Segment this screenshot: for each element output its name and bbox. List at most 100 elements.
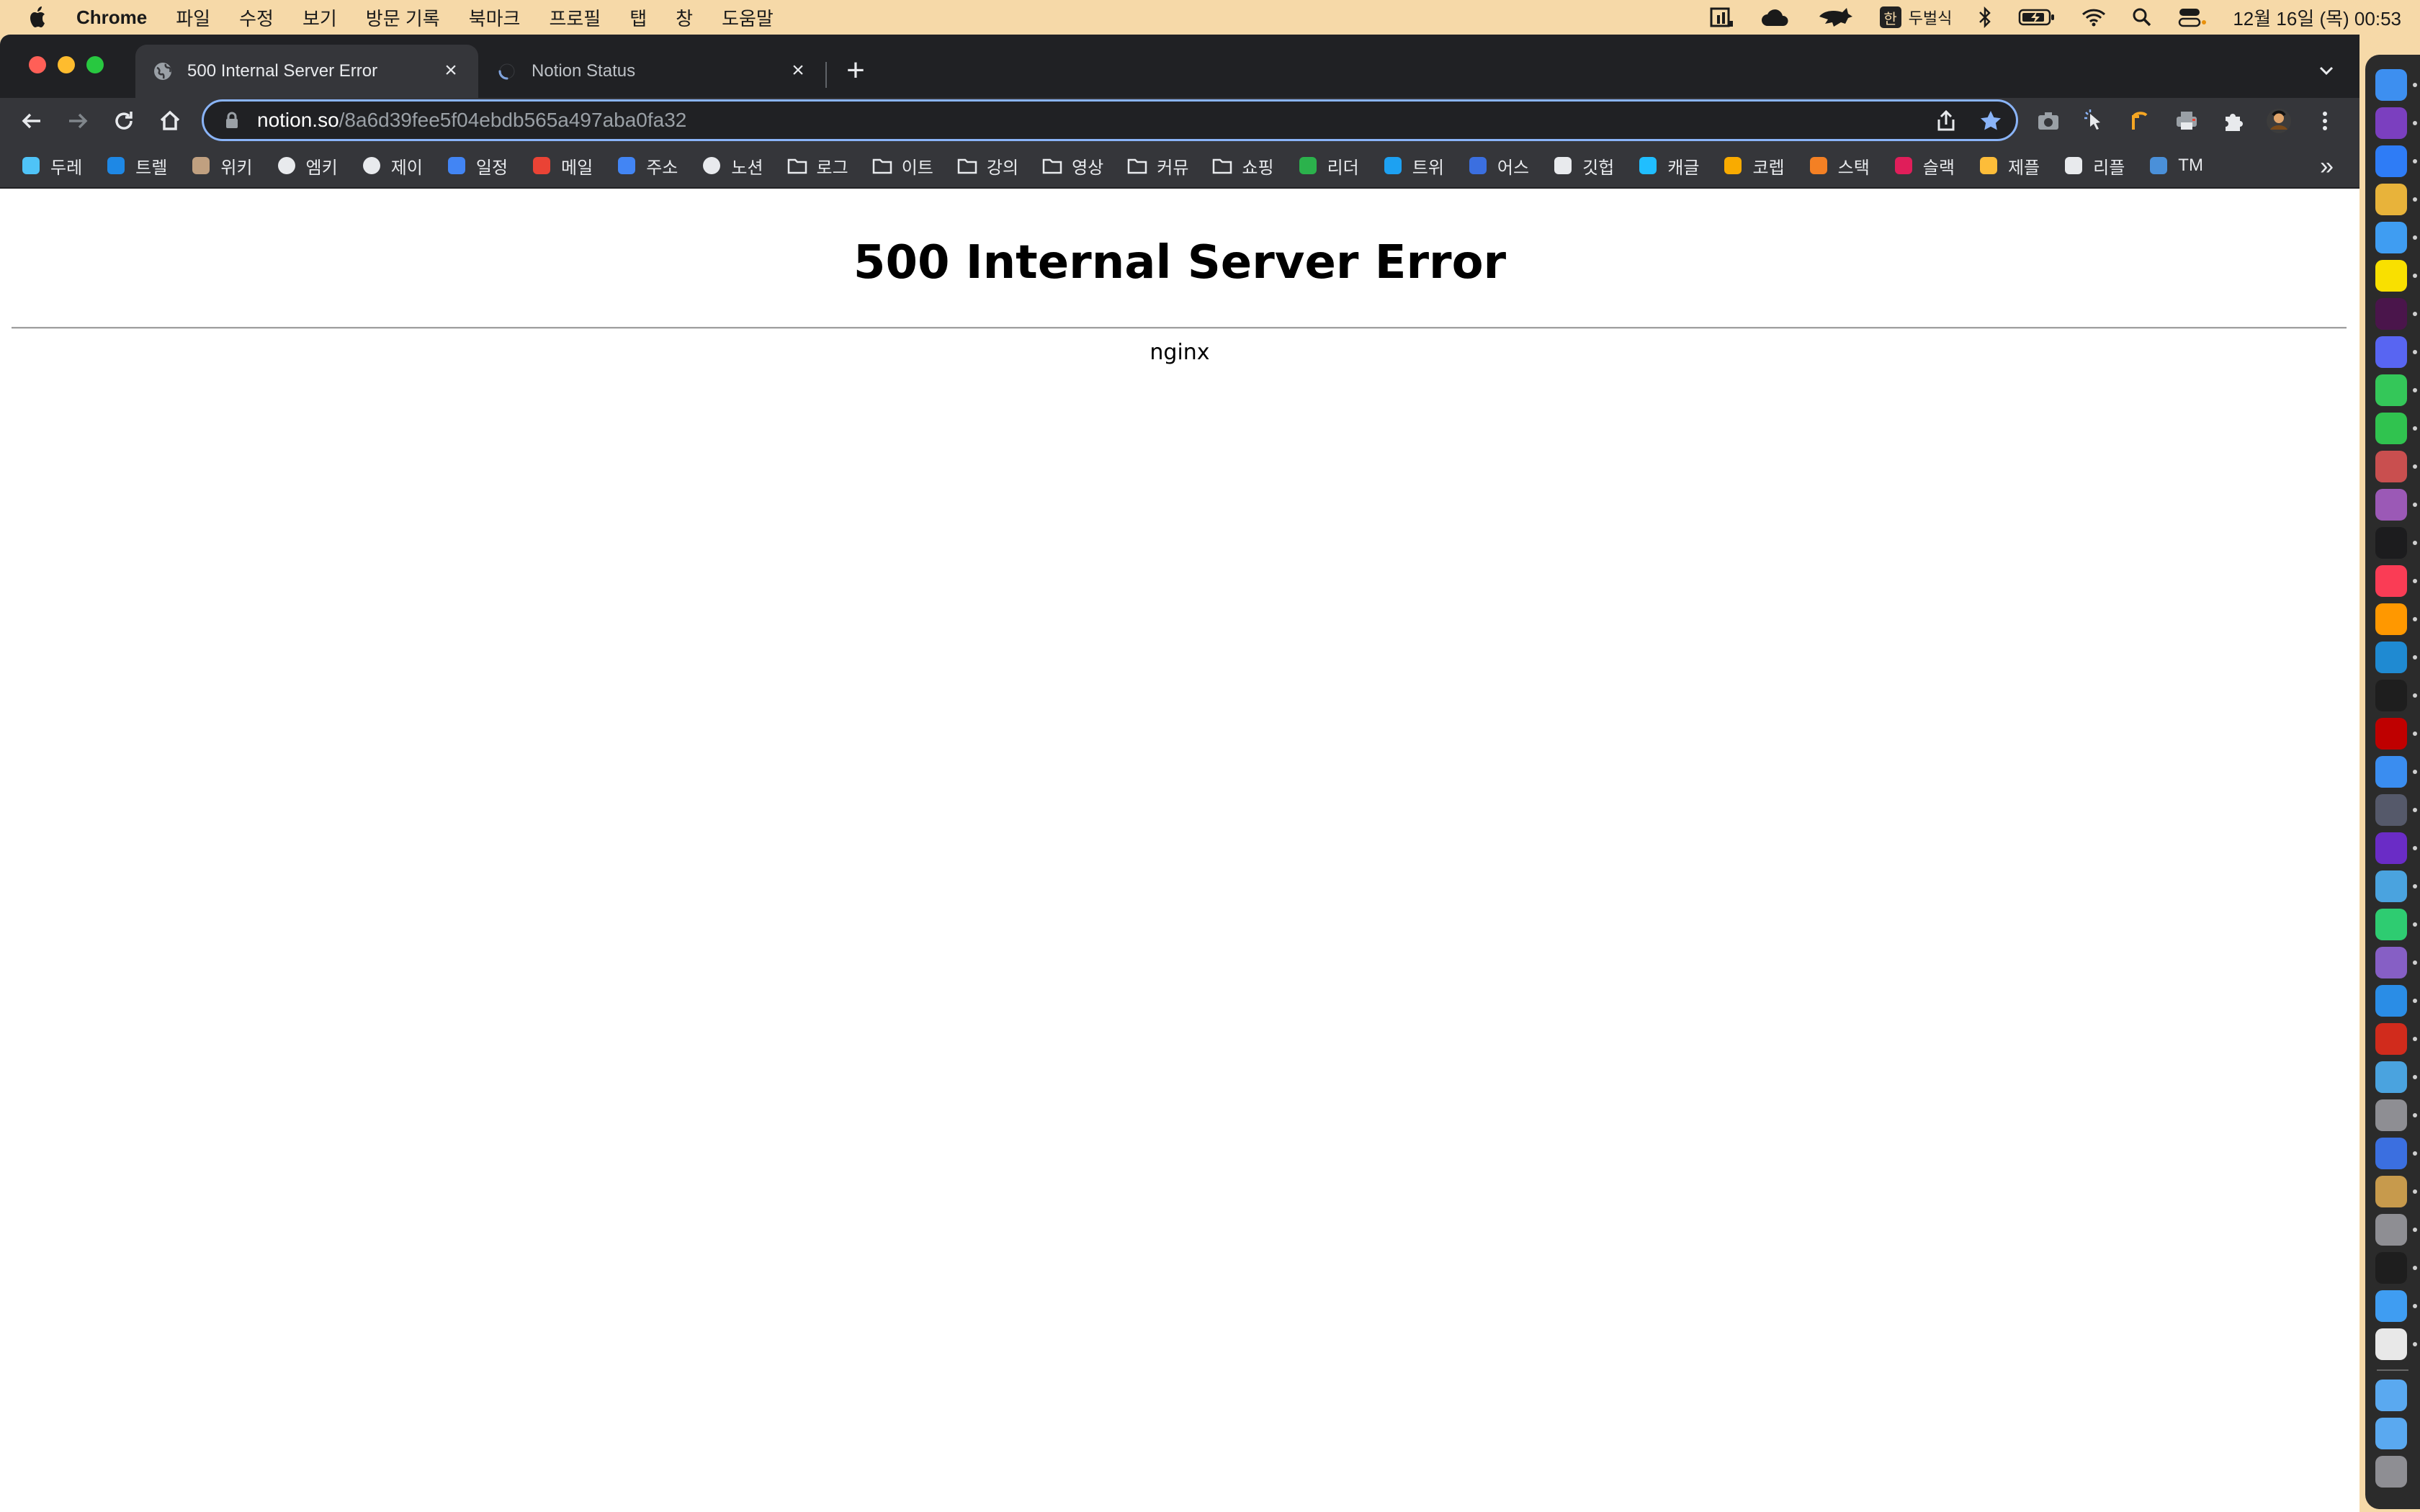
share-icon[interactable] (1934, 109, 1958, 133)
visualstudio-icon[interactable] (2375, 947, 2407, 978)
bookmark-item[interactable]: 주소 (616, 153, 678, 179)
profile-avatar[interactable] (2266, 108, 2292, 134)
bookmark-item[interactable]: 깃헙 (1552, 153, 1614, 179)
xcode-icon[interactable] (2375, 985, 2407, 1017)
bookmark-item[interactable]: 코렙 (1722, 153, 1785, 179)
sequel-icon[interactable] (2375, 794, 2407, 826)
bookmark-item[interactable]: 트위 (1382, 153, 1444, 179)
sublime-icon[interactable] (2375, 603, 2407, 635)
vscode-icon[interactable] (2375, 642, 2407, 673)
menu-file[interactable]: 파일 (176, 4, 210, 31)
terminal-icon[interactable] (2375, 680, 2407, 711)
input-method-indicator[interactable]: 한 두벌식 (1879, 6, 1952, 29)
extensions-puzzle-icon[interactable] (2220, 108, 2246, 134)
appletv-icon[interactable] (2375, 527, 2407, 559)
cursor-extension-icon[interactable] (2081, 108, 2107, 134)
kakaotalk-icon[interactable] (2375, 260, 2407, 292)
calculator-icon[interactable] (2375, 1099, 2407, 1131)
apple-icon[interactable] (27, 5, 49, 30)
bookmark-item[interactable]: 스택 (1808, 153, 1870, 179)
settings-icon[interactable] (2375, 1214, 2407, 1246)
bluetooth-icon[interactable] (1978, 6, 1992, 28)
bookmark-item[interactable]: 강의 (956, 153, 1018, 179)
control-center-icon[interactable] (2178, 7, 2207, 27)
home-icon[interactable] (157, 108, 183, 134)
address-bar[interactable]: notion.so /8a6d39fee5f04ebdb565a497aba0f… (202, 99, 2018, 141)
onenote-icon[interactable] (2375, 107, 2407, 139)
maps-icon[interactable] (2375, 1328, 2407, 1360)
close-tab-icon[interactable]: × (788, 60, 808, 81)
bookmark-item[interactable]: 두레 (20, 153, 82, 179)
screen-icon[interactable] (2375, 1290, 2407, 1322)
close-tab-icon[interactable]: × (441, 60, 461, 81)
menu-view[interactable]: 보기 (302, 4, 337, 31)
bookmark-star-icon[interactable] (1978, 109, 2003, 133)
lock-icon[interactable] (223, 111, 241, 130)
utility-icon[interactable] (2375, 1061, 2407, 1093)
menu-history[interactable]: 방문 기록 (366, 4, 440, 31)
back-arrow-icon[interactable] (19, 108, 45, 134)
photos-icon[interactable] (2375, 489, 2407, 521)
camera-extension-icon[interactable] (2035, 108, 2061, 134)
fullscreen-window-button[interactable] (86, 56, 104, 73)
davinci-icon[interactable] (2375, 451, 2407, 482)
folder-apps-icon[interactable] (2375, 1380, 2407, 1411)
bookmark-item[interactable]: 커뮤 (1126, 153, 1188, 179)
reload-icon[interactable] (111, 108, 137, 134)
forward-arrow-icon[interactable] (65, 108, 91, 134)
things-icon[interactable] (2375, 145, 2407, 177)
menu-profile[interactable]: 프로필 (549, 4, 601, 31)
bookmark-item[interactable]: TM (2148, 155, 2203, 176)
music-icon[interactable] (2375, 565, 2407, 597)
chrome-icon[interactable] (2375, 184, 2407, 215)
tab-search-chevron-icon[interactable] (2313, 58, 2339, 84)
messages-icon[interactable] (2375, 374, 2407, 406)
network-icon[interactable] (2375, 1138, 2407, 1169)
monitor-icon[interactable] (2375, 1252, 2407, 1284)
dbeaver-icon[interactable] (2375, 870, 2407, 902)
finder-icon[interactable] (2375, 69, 2407, 101)
menu-clock[interactable]: 12월 16일 (목) 00:53 (2233, 4, 2401, 31)
bookmark-item[interactable]: 일정 (446, 153, 508, 179)
bookmark-item[interactable]: 위키 (190, 153, 253, 179)
menu-app-name[interactable]: Chrome (76, 6, 147, 29)
bookmark-item[interactable]: 쇼핑 (1211, 153, 1274, 179)
new-tab-button[interactable]: + (840, 55, 871, 88)
menu-bookmarks[interactable]: 북마크 (469, 4, 521, 31)
bookmark-item[interactable]: 어스 (1467, 153, 1529, 179)
istat-icon[interactable] (1710, 6, 1734, 28)
cloud-icon[interactable] (1760, 7, 1791, 27)
pick-extension-icon[interactable] (2128, 108, 2154, 134)
facetime-icon[interactable] (2375, 413, 2407, 444)
filezilla-icon[interactable] (2375, 718, 2407, 750)
bookmark-item[interactable]: 리더 (1297, 153, 1359, 179)
spotlight-search-icon[interactable] (2132, 7, 2152, 27)
bookmark-item[interactable]: 노션 (701, 153, 763, 179)
tab-notion-status[interactable]: Notion Status × (480, 45, 825, 98)
bookmark-item[interactable]: 로그 (786, 153, 848, 179)
more-bookmarks-icon[interactable]: » (2320, 153, 2334, 181)
tab-500-error[interactable]: 500 Internal Server Error × (135, 45, 478, 98)
menu-tab[interactable]: 탭 (629, 4, 647, 31)
acrobat-icon[interactable] (2375, 1023, 2407, 1055)
activity-icon[interactable] (2375, 909, 2407, 940)
slack-icon[interactable] (2375, 298, 2407, 330)
bookmark-item[interactable]: 엠키 (276, 153, 338, 179)
bookmark-item[interactable]: 제플 (1978, 153, 2040, 179)
safari-icon[interactable] (2375, 222, 2407, 253)
menu-help[interactable]: 도움말 (722, 4, 774, 31)
kebab-menu-icon[interactable] (2312, 108, 2338, 134)
menu-edit[interactable]: 수정 (239, 4, 274, 31)
battery-icon[interactable] (2018, 8, 2056, 27)
bookmark-item[interactable]: 슬랙 (1893, 153, 1955, 179)
trash-icon[interactable] (2375, 1456, 2407, 1488)
bookmark-item[interactable]: 제이 (361, 153, 423, 179)
bookmark-item[interactable]: 이트 (871, 153, 933, 179)
bookmark-item[interactable]: 메일 (531, 153, 593, 179)
bookmark-item[interactable]: 트렐 (105, 153, 167, 179)
bookmark-item[interactable]: 캐글 (1637, 153, 1699, 179)
printer-extension-icon[interactable] (2174, 108, 2200, 134)
intellij-icon[interactable] (2375, 832, 2407, 864)
close-window-button[interactable] (29, 56, 46, 73)
bookmark-item[interactable]: 영상 (1041, 153, 1103, 179)
